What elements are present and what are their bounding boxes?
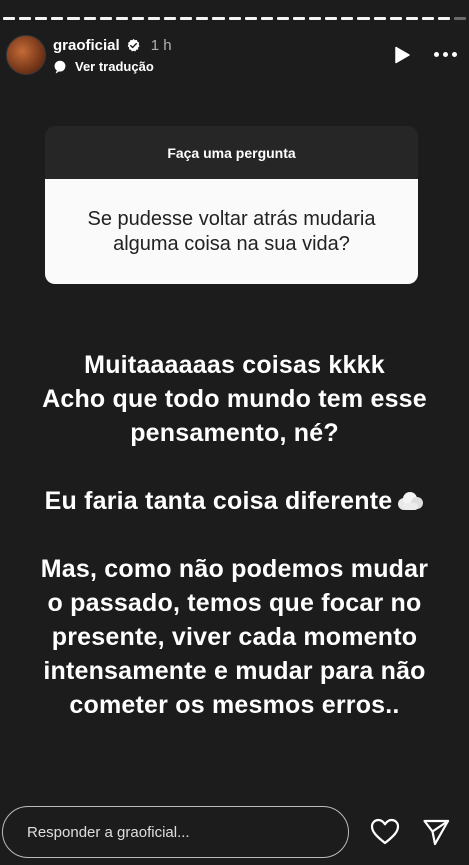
progress-segment	[341, 17, 354, 20]
progress-segment	[292, 17, 306, 20]
progress-segment	[389, 17, 402, 20]
progress-segment	[421, 17, 434, 20]
story-line-with-emoji: Eu faria tanta coisa diferente	[0, 484, 469, 518]
more-dot	[451, 51, 457, 57]
progress-segment	[35, 17, 48, 20]
progress-segment	[405, 17, 418, 20]
cloud-emoji-icon	[398, 492, 424, 510]
progress-segment	[454, 17, 467, 20]
translate-label[interactable]: Ver tradução	[75, 59, 154, 74]
play-icon[interactable]	[393, 46, 411, 64]
question-sticker-header: Faça uma pergunta	[45, 126, 418, 179]
story-text: Muitaaaaaas coisas kkkk Acho que todo mu…	[0, 348, 469, 722]
progress-segment	[309, 17, 322, 20]
translate-icon	[54, 60, 66, 74]
progress-segment	[276, 17, 289, 20]
progress-segment	[244, 17, 257, 20]
progress-segment	[357, 17, 370, 20]
post-time: 1 h	[150, 37, 172, 54]
progress-segment	[99, 17, 112, 20]
progress-segment	[51, 17, 64, 20]
progress-segment	[325, 17, 338, 20]
story-line: pensamento, né?	[130, 419, 339, 447]
progress-segment	[228, 17, 241, 20]
progress-segment	[115, 17, 128, 20]
question-sticker-text: Se pudesse voltar atrás mudaria alguma c…	[45, 179, 418, 284]
more-dot	[442, 51, 448, 57]
reply-bar: Responder a graoficial...	[2, 806, 469, 862]
send-icon[interactable]	[422, 818, 450, 846]
story-line: o passado, temos que focar no	[47, 589, 422, 617]
progress-segment	[164, 17, 177, 20]
question-sticker: Faça uma pergunta Se pudesse voltar atrá…	[45, 126, 418, 284]
more-dot	[433, 51, 439, 57]
username[interactable]: graoficial	[53, 37, 120, 54]
progress-segment	[437, 17, 451, 20]
story-line: Eu faria tanta coisa diferente	[44, 487, 393, 515]
story-header: graoficial 1 h Ver tradução	[6, 33, 459, 79]
story-line: presente, viver cada momento	[51, 623, 418, 651]
progress-segment	[19, 17, 32, 20]
progress-segment-current	[3, 17, 16, 20]
progress-segment	[212, 17, 225, 20]
story-line: Mas, como não podemos mudar	[40, 555, 429, 583]
progress-segment	[180, 17, 193, 20]
progress-segment	[373, 17, 386, 20]
reply-input[interactable]: Responder a graoficial...	[2, 806, 349, 858]
progress-segment	[196, 17, 209, 20]
story-line: Muitaaaaaas coisas kkkk	[84, 351, 385, 379]
progress-segment	[131, 17, 144, 20]
verified-badge-icon	[127, 38, 140, 52]
avatar[interactable]	[6, 35, 46, 75]
translate-link[interactable]: Ver tradução	[53, 59, 154, 74]
story-line: intensamente e mudar para não	[43, 657, 426, 685]
progress-segment	[147, 17, 161, 20]
heart-icon[interactable]	[370, 818, 400, 846]
story-line: cometer os mesmos erros..	[69, 691, 400, 719]
user-row: graoficial 1 h	[53, 37, 172, 54]
progress-segment	[67, 17, 80, 20]
story-progress-bar	[3, 17, 467, 20]
progress-segment	[83, 17, 96, 20]
progress-segment	[260, 17, 273, 20]
more-icon[interactable]	[431, 47, 459, 61]
story-line: Acho que todo mundo tem esse	[42, 385, 427, 413]
